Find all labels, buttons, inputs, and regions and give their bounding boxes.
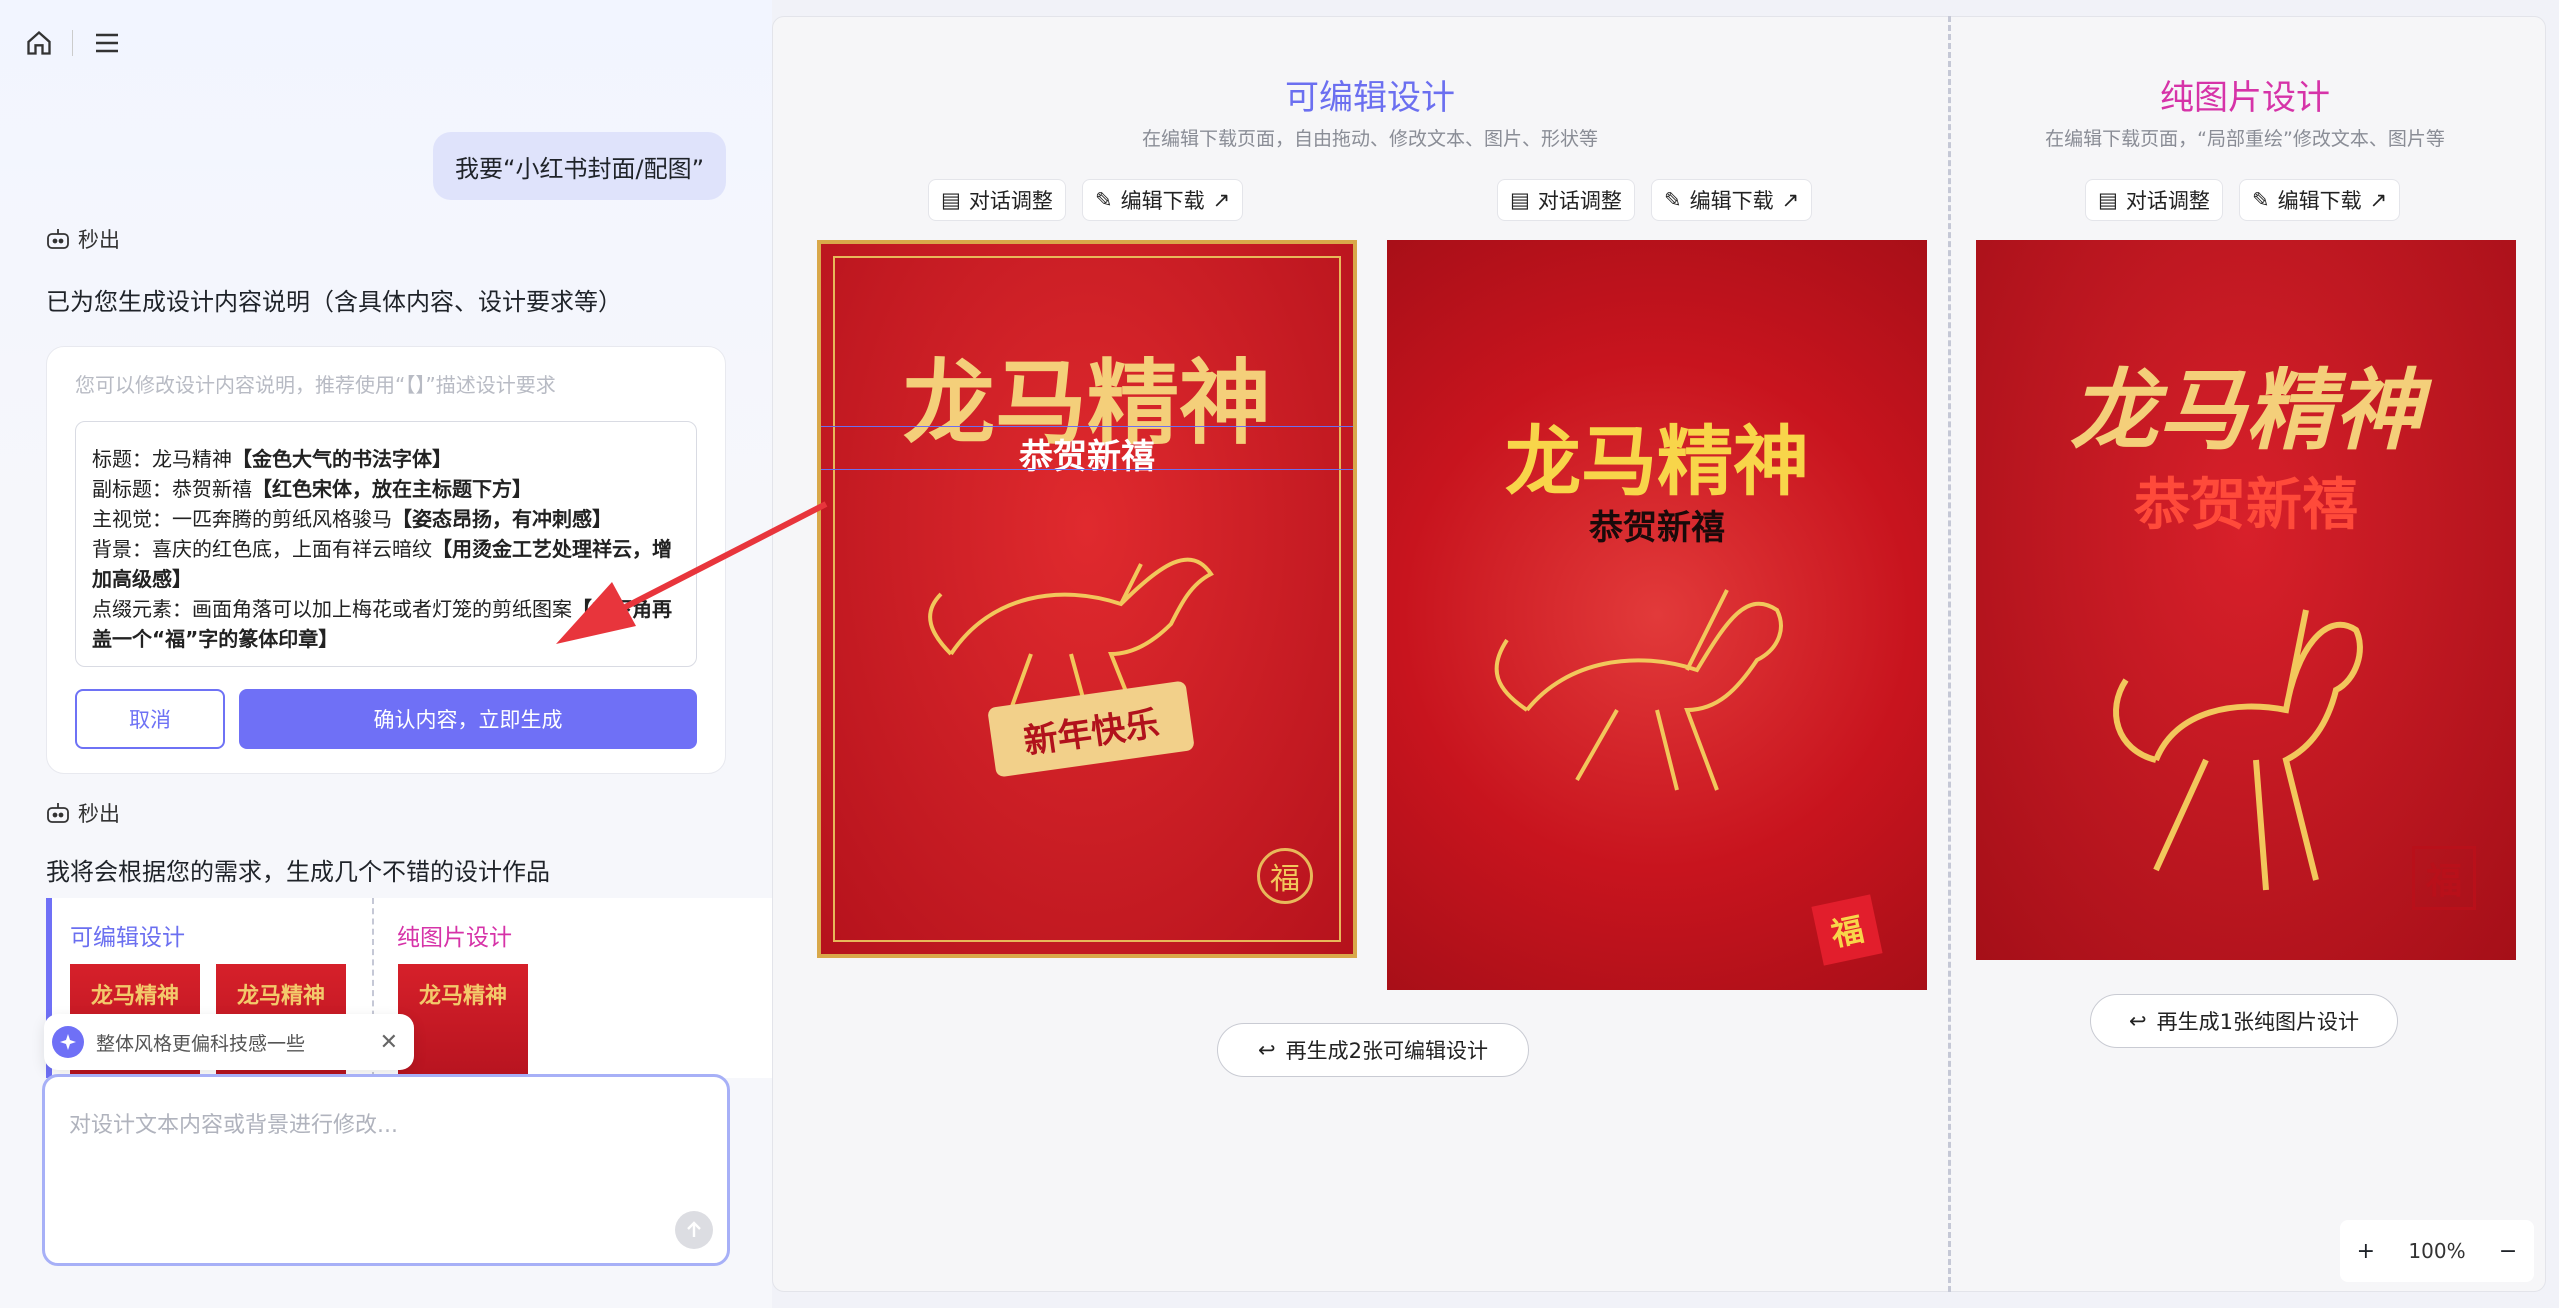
editable-section-subtitle: 在编辑下载页面，自由拖动、修改文本、图片、形状等	[1141, 128, 1598, 150]
zoom-level: 100%	[2408, 1239, 2466, 1263]
strip-editable-label: 可编辑设计	[70, 925, 185, 951]
return-arrow-icon: ↩	[1258, 1038, 1276, 1062]
edit-icon: ✎	[2252, 188, 2270, 212]
section-divider	[1948, 16, 1951, 1292]
menu-icon[interactable]	[90, 26, 124, 60]
return-arrow-icon: ↩	[2129, 1009, 2147, 1033]
papercut-horse-graphic	[1494, 589, 1783, 791]
chat-adjust-button[interactable]: ▤ 对话调整	[1497, 179, 1635, 221]
spec-line: 标题：龙马精神【金色大气的书法字体】	[92, 447, 452, 471]
image-section-subtitle: 在编辑下载页面，“局部重绘”修改文本、图片等	[2045, 128, 2445, 150]
poster-seal: 福	[2412, 846, 2476, 910]
modify-input[interactable]: 对设计文本内容或背景进行修改...	[42, 1074, 730, 1266]
external-arrow-icon: ↗	[1781, 188, 1800, 212]
image-section-title: 纯图片设计	[2160, 78, 2330, 118]
external-arrow-icon: ↗	[2369, 188, 2388, 212]
bot-name: 秒出	[78, 802, 120, 826]
papercut-horse-graphic	[928, 557, 1214, 710]
bot-message: 我将会根据您的需求，生成几个不错的设计作品	[46, 858, 550, 886]
edit-download-button[interactable]: ✎ 编辑下载 ↗	[1651, 179, 1813, 221]
chat-panel: 我要“小红书封面/配图” 秒出 已为您生成设计内容说明（含具体内容、设计要求等）…	[0, 0, 772, 1308]
suggestion-chip[interactable]: 整体风格更偏科技感一些 ✕	[44, 1014, 414, 1070]
edit-download-button[interactable]: ✎ 编辑下载 ↗	[1082, 179, 1244, 221]
chat-edit-icon: ▤	[2098, 188, 2118, 212]
cancel-button[interactable]: 取消	[75, 689, 225, 749]
poster-seal: 福	[1811, 894, 1883, 966]
bot-name: 秒出	[78, 228, 120, 252]
bot-header: 秒出	[46, 224, 120, 254]
home-icon[interactable]	[22, 26, 56, 60]
edit-icon: ✎	[1664, 188, 1682, 212]
send-arrow-icon[interactable]	[675, 1211, 713, 1249]
poster-editable-1[interactable]: 龙马精神 恭贺新禧 新年快乐 福	[817, 240, 1357, 958]
poster-image-1[interactable]: 龙马精神 恭贺新禧 福	[1976, 240, 2516, 960]
regenerate-editable-button[interactable]: ↩ 再生成2张可编辑设计	[1217, 1023, 1529, 1077]
bot-header: 秒出	[46, 798, 120, 828]
poster-subtitle: 恭贺新禧	[1019, 437, 1155, 477]
annotation-arrow	[556, 501, 828, 644]
zoom-controls: + 100% −	[2340, 1220, 2534, 1282]
user-message: 我要“小红书封面/配图”	[433, 132, 726, 200]
card-hint: 您可以修改设计内容说明，推荐使用“【】”描述设计要求	[75, 373, 556, 397]
golden-horse-graphic	[2113, 609, 2363, 891]
poster-seal: 福	[1257, 848, 1313, 904]
chat-edit-icon: ▤	[941, 188, 961, 212]
external-arrow-icon: ↗	[1212, 188, 1231, 212]
chat-edit-icon: ▤	[1510, 188, 1530, 212]
suggestion-text: 整体风格更偏科技感一些	[96, 1032, 306, 1055]
bot-message: 已为您生成设计内容说明（含具体内容、设计要求等）	[46, 288, 622, 316]
sparkle-icon	[52, 1026, 84, 1058]
bot-icon	[47, 803, 69, 823]
input-placeholder: 对设计文本内容或背景进行修改...	[69, 1113, 398, 1138]
poster-editable-2[interactable]: 龙马精神 恭贺新禧 福	[1387, 240, 1927, 990]
poster-title: 龙马精神	[2069, 358, 2422, 462]
editable-section-title: 可编辑设计	[1285, 78, 1455, 118]
chat-adjust-button[interactable]: ▤ 对话调整	[2085, 179, 2223, 221]
poster-title: 龙马精神	[1505, 417, 1809, 506]
bot-icon	[47, 229, 69, 249]
top-bar	[0, 0, 772, 90]
zoom-out-button[interactable]: −	[2499, 1239, 2517, 1264]
thumbnail-poster-3[interactable]: 龙马精神	[398, 964, 528, 1074]
poster-subtitle: 恭贺新禧	[2134, 472, 2358, 538]
confirm-generate-button[interactable]: 确认内容，立即生成	[239, 689, 697, 749]
zoom-in-button[interactable]: +	[2357, 1239, 2375, 1264]
edit-icon: ✎	[1095, 188, 1113, 212]
close-icon[interactable]: ✕	[380, 1030, 398, 1055]
chat-adjust-button[interactable]: ▤ 对话调整	[928, 179, 1066, 221]
strip-image-label: 纯图片设计	[397, 925, 512, 951]
regenerate-image-button[interactable]: ↩ 再生成1张纯图片设计	[2090, 994, 2398, 1048]
edit-download-button[interactable]: ✎ 编辑下载 ↗	[2239, 179, 2401, 221]
